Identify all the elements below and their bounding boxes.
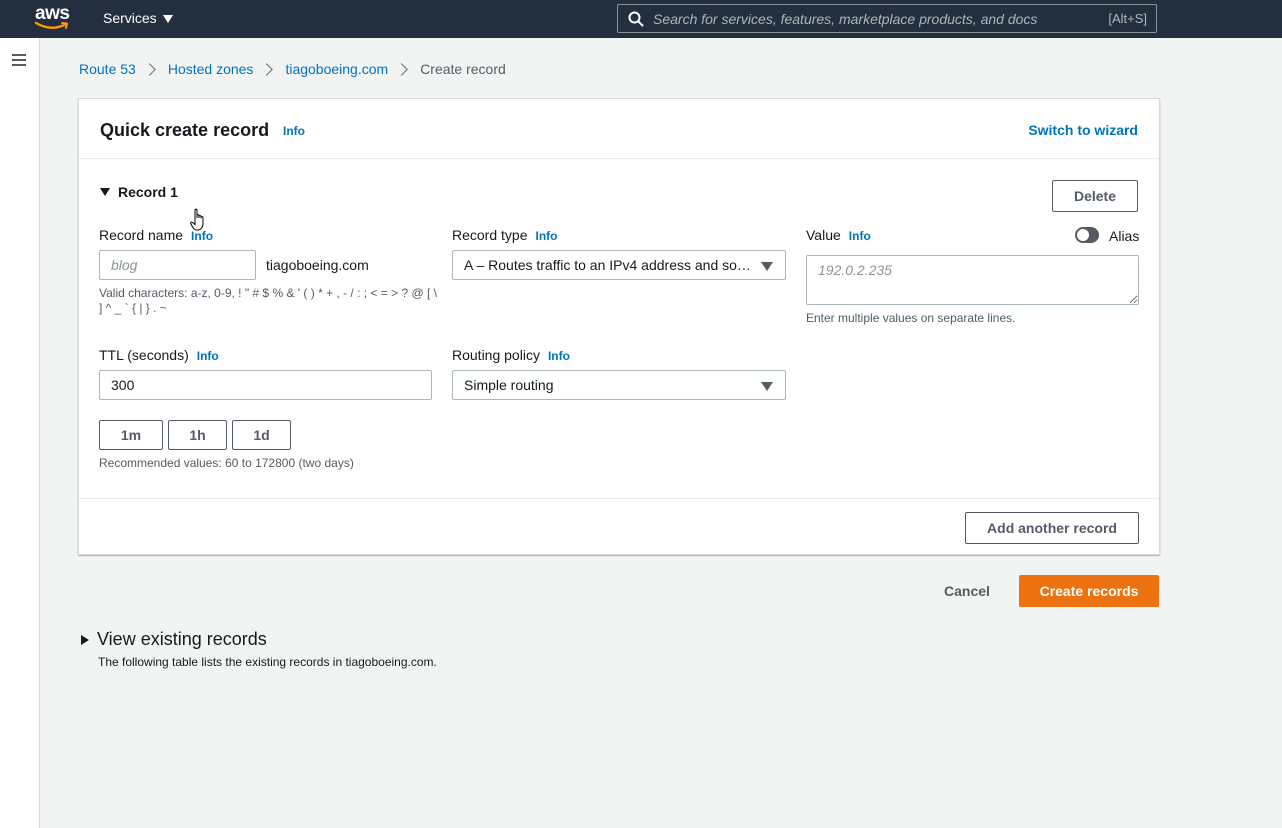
value-hint: Enter multiple values on separate lines. bbox=[806, 311, 1016, 325]
services-menu[interactable]: Services bbox=[103, 10, 173, 26]
alias-label: Alias bbox=[1109, 228, 1140, 244]
quick-create-panel: Quick create record Info Switch to wizar… bbox=[78, 98, 1160, 555]
ttl-hint: Recommended values: 60 to 172800 (two da… bbox=[99, 456, 354, 470]
aws-logo[interactable]: aws bbox=[34, 3, 72, 32]
record-type-value: A – Routes traffic to an IPv4 address an… bbox=[464, 257, 751, 273]
cancel-button[interactable]: Cancel bbox=[930, 576, 1004, 606]
chevron-right-icon bbox=[395, 62, 409, 76]
routing-policy-label-text: Routing policy bbox=[452, 347, 540, 363]
caret-down-icon bbox=[162, 14, 173, 23]
record-1-toggle[interactable]: Record 1 bbox=[100, 184, 178, 200]
panel-footer: Add another record bbox=[79, 498, 1159, 556]
record-type-select[interactable]: A – Routes traffic to an IPv4 address an… bbox=[452, 250, 786, 280]
routing-policy-value: Simple routing bbox=[464, 377, 554, 393]
value-label: Value Info bbox=[806, 227, 871, 243]
value-textarea[interactable] bbox=[806, 255, 1139, 305]
record-name-input[interactable] bbox=[99, 250, 256, 280]
value-label-text: Value bbox=[806, 227, 841, 243]
search-input[interactable] bbox=[653, 10, 1073, 28]
value-info-link[interactable]: Info bbox=[849, 229, 871, 243]
ttl-label-text: TTL (seconds) bbox=[99, 347, 189, 363]
ttl-1m-button[interactable]: 1m bbox=[99, 420, 163, 450]
breadcrumb-hosted-zones[interactable]: Hosted zones bbox=[168, 61, 254, 77]
routing-policy-select[interactable]: Simple routing bbox=[452, 370, 786, 400]
record-name-suffix: tiagoboeing.com bbox=[266, 257, 369, 273]
routing-policy-info-link[interactable]: Info bbox=[548, 349, 570, 363]
ttl-label: TTL (seconds) Info bbox=[99, 347, 219, 363]
record-1-label: Record 1 bbox=[118, 184, 178, 200]
caret-right-icon bbox=[81, 634, 89, 645]
routing-policy-label: Routing policy Info bbox=[452, 347, 570, 363]
record-type-label: Record type Info bbox=[452, 227, 557, 243]
ttl-1h-button[interactable]: 1h bbox=[168, 420, 227, 450]
caret-down-icon bbox=[761, 262, 773, 271]
breadcrumb-route53[interactable]: Route 53 bbox=[79, 61, 136, 77]
search-shortcut: [Alt+S] bbox=[1108, 11, 1147, 26]
left-rail bbox=[0, 38, 40, 828]
record-type-label-text: Record type bbox=[452, 227, 528, 243]
panel-title: Quick create record bbox=[100, 120, 270, 140]
breadcrumb-current: Create record bbox=[420, 61, 506, 77]
hand-cursor-icon bbox=[190, 208, 204, 231]
existing-records-description: The following table lists the existing r… bbox=[98, 655, 437, 669]
create-records-button[interactable]: Create records bbox=[1019, 575, 1159, 607]
ttl-input[interactable] bbox=[99, 370, 432, 400]
search-icon bbox=[628, 11, 644, 27]
view-existing-records-toggle[interactable]: View existing records bbox=[81, 629, 267, 650]
view-existing-records-title: View existing records bbox=[97, 629, 267, 649]
breadcrumb: Route 53 Hosted zones tiagoboeing.com Cr… bbox=[79, 61, 506, 77]
top-navigation: aws Services [Alt+S] bbox=[0, 0, 1282, 38]
add-another-record-button[interactable]: Add another record bbox=[965, 512, 1139, 544]
caret-down-icon bbox=[761, 382, 773, 391]
switch-to-wizard-link[interactable]: Switch to wizard bbox=[1028, 122, 1138, 138]
panel-info-link[interactable]: Info bbox=[283, 124, 305, 138]
chevron-right-icon bbox=[260, 62, 274, 76]
record-name-hint: Valid characters: a-z, 0-9, ! " # $ % & … bbox=[99, 286, 437, 315]
alias-toggle[interactable] bbox=[1075, 227, 1099, 243]
delete-button[interactable]: Delete bbox=[1052, 180, 1138, 212]
services-label: Services bbox=[103, 10, 157, 26]
panel-header: Quick create record Info Switch to wizar… bbox=[79, 99, 1159, 159]
menu-icon[interactable] bbox=[12, 54, 26, 66]
record-name-label-text: Record name bbox=[99, 227, 184, 243]
aws-smile-icon bbox=[34, 21, 68, 29]
breadcrumb-zone[interactable]: tiagoboeing.com bbox=[285, 61, 388, 77]
chevron-right-icon bbox=[142, 62, 156, 76]
caret-down-icon bbox=[100, 188, 110, 196]
toggle-knob bbox=[1077, 229, 1089, 241]
ttl-1d-button[interactable]: 1d bbox=[232, 420, 291, 450]
search-bar[interactable]: [Alt+S] bbox=[617, 4, 1157, 33]
ttl-info-link[interactable]: Info bbox=[197, 349, 219, 363]
record-type-info-link[interactable]: Info bbox=[535, 229, 557, 243]
